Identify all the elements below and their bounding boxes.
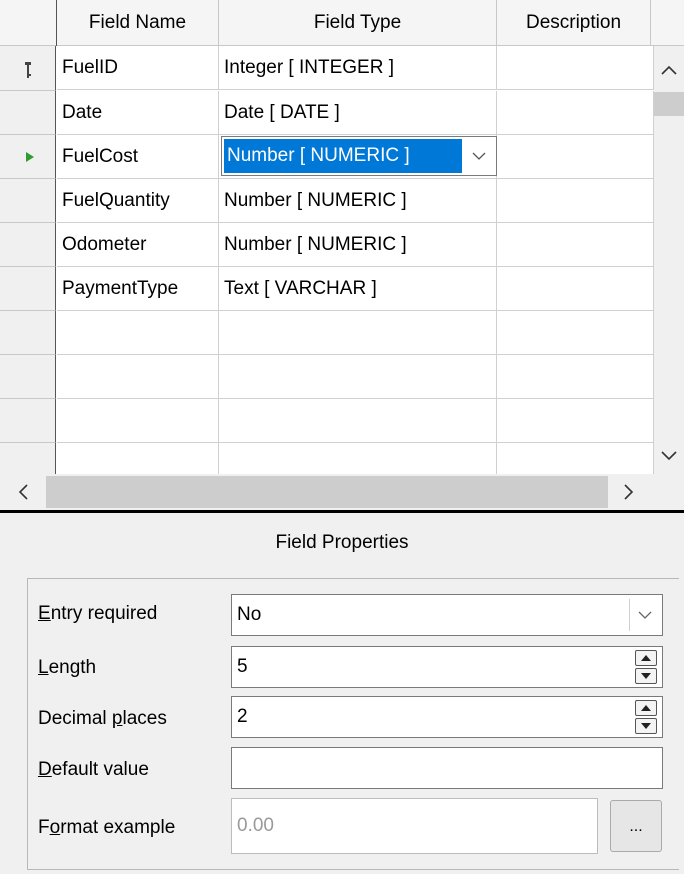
row-selector[interactable] — [0, 355, 56, 399]
spin-up-icon[interactable] — [635, 650, 657, 666]
format-example-label: Format example — [38, 817, 176, 838]
field-type-cell[interactable]: Text [ VARCHAR ] — [219, 267, 497, 311]
column-header-field-type[interactable]: Field Type — [219, 0, 497, 46]
empty-cell[interactable] — [219, 311, 497, 355]
chevron-up-icon[interactable] — [654, 58, 684, 82]
length-spin-buttons[interactable] — [635, 650, 659, 684]
spin-up-icon[interactable] — [635, 700, 657, 716]
entry-required-value: No — [237, 604, 262, 625]
row-selector[interactable] — [0, 399, 56, 443]
empty-cell[interactable] — [219, 355, 497, 399]
empty-cell[interactable] — [57, 355, 219, 399]
chevron-down-icon[interactable] — [629, 599, 659, 631]
column-header-field-name[interactable]: Field Name — [57, 0, 219, 46]
row-selector[interactable] — [0, 135, 56, 179]
table-design-grid: Field Name Field Type Description FuelID… — [0, 0, 684, 510]
spin-down-icon[interactable] — [635, 668, 657, 684]
field-properties-title: Field Properties — [275, 532, 409, 553]
field-name-cell[interactable]: FuelQuantity — [57, 179, 219, 223]
empty-cell[interactable] — [497, 311, 654, 355]
row-selector[interactable] — [0, 179, 56, 223]
field-type-dropdown[interactable]: Number [ NUMERIC ] — [221, 136, 497, 176]
empty-cell[interactable] — [497, 399, 654, 443]
field-name-cell[interactable]: FuelCost — [57, 135, 219, 179]
field-name-cell[interactable]: Date — [57, 91, 219, 135]
field-name-cell[interactable]: FuelID — [57, 46, 219, 90]
field-type-dropdown-value: Number [ NUMERIC ] — [224, 139, 462, 173]
description-cell[interactable] — [497, 46, 654, 90]
empty-cell[interactable] — [497, 355, 654, 399]
key-icon — [25, 62, 31, 78]
description-cell[interactable] — [497, 267, 654, 311]
chevron-down-icon[interactable] — [464, 139, 494, 173]
field-type-cell[interactable]: Date [ DATE ] — [219, 91, 497, 135]
empty-cell[interactable] — [57, 399, 219, 443]
row-selector[interactable] — [0, 223, 56, 267]
field-name-cell[interactable]: Odometer — [57, 223, 219, 267]
entry-required-label: Entry required — [38, 603, 158, 624]
description-cell[interactable] — [497, 135, 654, 179]
row-selector[interactable] — [0, 443, 56, 474]
decimal-places-spinbox[interactable]: 2 — [231, 696, 663, 738]
entry-required-dropdown[interactable]: No — [231, 594, 663, 636]
vertical-scrollbar-thumb[interactable] — [654, 92, 684, 116]
length-value: 5 — [237, 656, 248, 677]
description-cell[interactable] — [497, 91, 654, 135]
default-value-label: Default value — [38, 759, 149, 780]
decimal-places-spin-buttons[interactable] — [635, 700, 659, 734]
empty-cell[interactable] — [219, 443, 497, 474]
format-example-field: 0.00 — [231, 798, 598, 854]
grid-header: Field Name Field Type Description — [0, 0, 684, 46]
field-name-cell[interactable]: PaymentType — [57, 267, 219, 311]
field-type-cell[interactable]: Number [ NUMERIC ] — [219, 223, 497, 267]
row-selector[interactable] — [0, 46, 56, 91]
chevron-down-icon[interactable] — [654, 444, 684, 468]
row-header-corner — [0, 0, 57, 46]
field-type-cell[interactable]: Integer [ INTEGER ] — [219, 46, 497, 90]
empty-cell[interactable] — [57, 443, 219, 474]
pane-splitter[interactable] — [0, 510, 684, 513]
row-selector[interactable] — [0, 267, 56, 311]
decimal-places-value: 2 — [237, 706, 248, 727]
row-selector[interactable] — [0, 91, 56, 135]
empty-cell[interactable] — [497, 443, 654, 474]
format-button[interactable]: ... — [610, 800, 662, 852]
decimal-places-label: Decimal places — [38, 708, 167, 729]
field-type-cell[interactable]: Number [ NUMERIC ] — [219, 179, 497, 223]
current-row-icon — [26, 152, 34, 162]
length-spinbox[interactable]: 5 — [231, 646, 663, 688]
length-label: Length — [38, 657, 97, 678]
chevron-left-icon[interactable] — [8, 478, 38, 506]
default-value-input[interactable] — [231, 747, 663, 789]
empty-cell[interactable] — [57, 311, 219, 355]
chevron-right-icon[interactable] — [614, 478, 644, 506]
description-cell[interactable] — [497, 223, 654, 267]
description-cell[interactable] — [497, 179, 654, 223]
column-header-description[interactable]: Description — [497, 0, 651, 46]
spin-down-icon[interactable] — [635, 718, 657, 734]
row-selector[interactable] — [0, 311, 56, 355]
horizontal-scrollbar-thumb[interactable] — [46, 476, 608, 508]
empty-cell[interactable] — [219, 399, 497, 443]
